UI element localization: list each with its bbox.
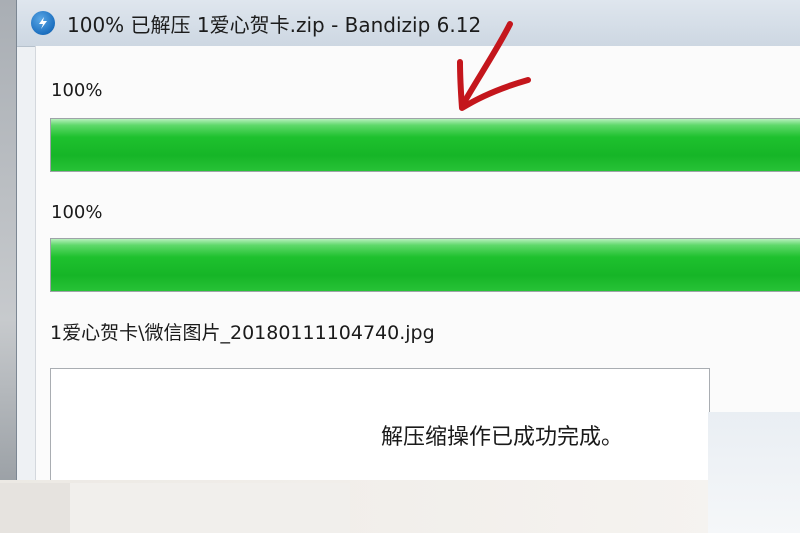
status-message-box: 解压缩操作已成功完成。 <box>50 368 710 498</box>
current-file-path: 1爱心贺卡\微信图片_20180111104740.jpg <box>50 322 435 344</box>
blurred-region <box>0 483 70 533</box>
bandizip-window: 100% 已解压 1爱心贺卡.zip - Bandizip 6.12 100% … <box>16 0 800 498</box>
window-title: 100% 已解压 1爱心贺卡.zip - Bandizip 6.12 <box>67 12 482 37</box>
blurred-region <box>708 412 800 533</box>
desktop-background <box>0 0 16 533</box>
bandizip-icon <box>31 11 55 35</box>
overall-progress-fill <box>51 119 800 171</box>
title-bar[interactable]: 100% 已解压 1爱心贺卡.zip - Bandizip 6.12 <box>17 0 800 47</box>
file-progress-fill <box>51 239 800 291</box>
file-progress-bar <box>50 238 800 292</box>
screen: 100% 已解压 1爱心贺卡.zip - Bandizip 6.12 100% … <box>0 0 800 533</box>
blurred-region <box>70 483 350 533</box>
progress-panel: 100% 100% 1爱心贺卡\微信图片_20180111104740.jpg … <box>35 46 800 498</box>
overall-progress-label: 100% <box>51 80 103 101</box>
file-progress-label: 100% <box>51 202 103 223</box>
red-arrow-annotation-icon <box>457 21 531 111</box>
overall-progress-bar <box>50 118 800 172</box>
completion-message: 解压缩操作已成功完成。 <box>381 425 624 450</box>
